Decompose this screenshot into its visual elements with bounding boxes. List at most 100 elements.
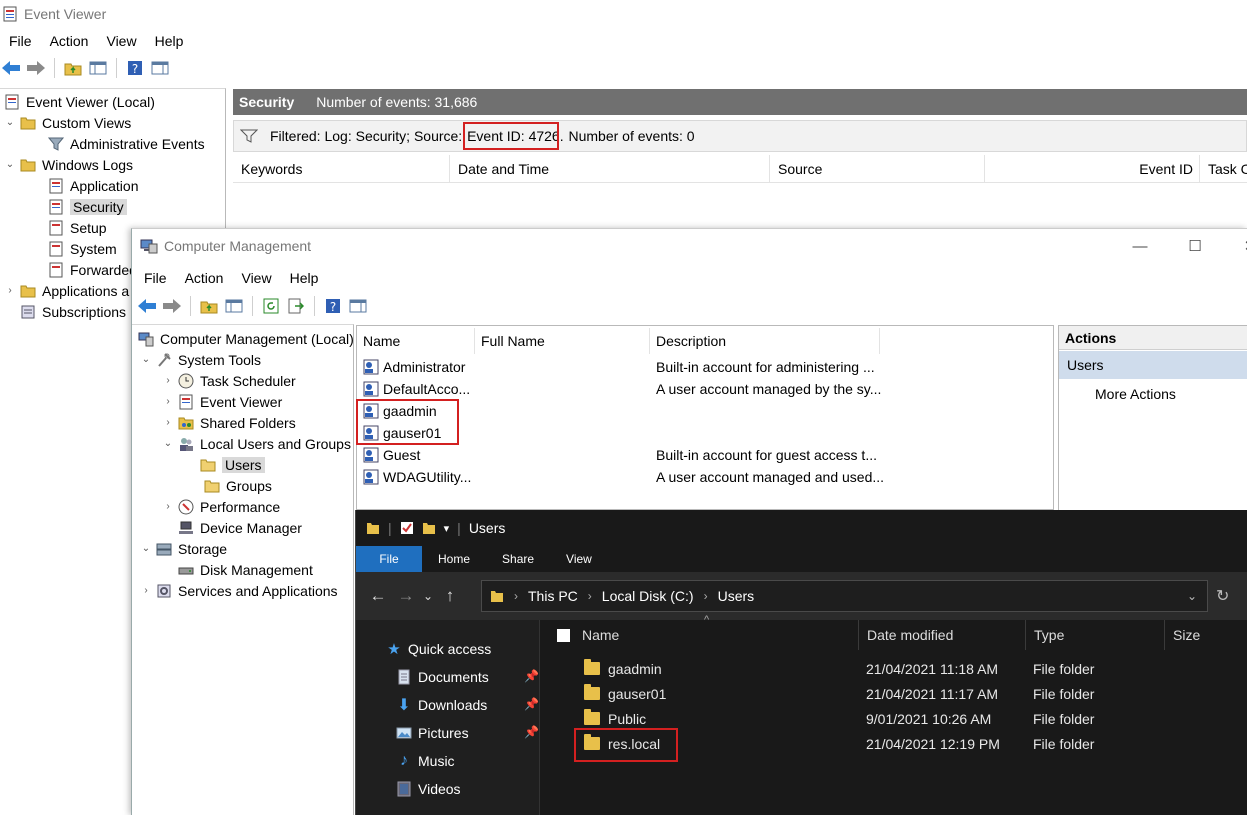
forward-button[interactable] bbox=[25, 57, 47, 79]
tree-item-groups[interactable]: Groups bbox=[204, 475, 272, 496]
list-item[interactable]: gauser01 21/04/2021 11:17 AM File folder bbox=[541, 681, 1247, 706]
actions-users-section[interactable]: Users bbox=[1059, 351, 1247, 379]
tab-view[interactable]: View bbox=[550, 546, 608, 572]
up-folder-button[interactable] bbox=[198, 295, 220, 317]
column-event-id[interactable]: Event ID bbox=[985, 155, 1200, 183]
column-keywords[interactable]: Keywords bbox=[233, 155, 450, 183]
nav-pictures[interactable]: Pictures bbox=[396, 720, 469, 746]
tree-item-services-and-applications[interactable]: › Services and Applications bbox=[140, 580, 337, 601]
pin-icon[interactable]: 📌 bbox=[524, 669, 539, 683]
recent-locations-icon[interactable]: ⌄ bbox=[420, 589, 436, 603]
tree-item-administrative-events[interactable]: Administrative Events bbox=[48, 133, 205, 154]
table-row[interactable]: WDAGUtility... A user account managed an… bbox=[357, 466, 1053, 488]
menu-action[interactable]: Action bbox=[176, 270, 233, 286]
chevron-right-icon[interactable]: › bbox=[162, 501, 174, 512]
help-button[interactable]: ? bbox=[124, 57, 146, 79]
new-folder-icon[interactable] bbox=[422, 521, 436, 535]
menu-file[interactable]: File bbox=[135, 270, 176, 286]
show-hide-tree-button[interactable] bbox=[87, 57, 109, 79]
show-hide-tree-button[interactable] bbox=[223, 295, 245, 317]
forward-arrow-icon[interactable]: → bbox=[392, 586, 420, 606]
chevron-right-icon[interactable]: › bbox=[4, 285, 16, 296]
pin-icon[interactable]: 📌 bbox=[524, 725, 539, 739]
export-list-button[interactable] bbox=[285, 295, 307, 317]
column-full-name[interactable]: Full Name bbox=[475, 328, 650, 354]
table-row[interactable]: gaadmin bbox=[357, 400, 1053, 422]
table-row[interactable]: Guest Built-in account for guest access … bbox=[357, 444, 1053, 466]
tree-item-local-users-and-groups[interactable]: ⌄ Local Users and Groups bbox=[162, 433, 351, 454]
tab-file[interactable]: File bbox=[356, 546, 422, 572]
column-size[interactable]: Size bbox=[1165, 620, 1247, 650]
tab-home[interactable]: Home bbox=[422, 546, 486, 572]
nav-videos[interactable]: Videos bbox=[396, 776, 461, 802]
tree-item-setup[interactable]: Setup bbox=[48, 217, 107, 238]
help-button[interactable]: ? bbox=[322, 295, 344, 317]
maximize-button[interactable]: ☐ bbox=[1172, 229, 1218, 263]
tree-item-security[interactable]: Security bbox=[48, 196, 127, 217]
breadcrumb-separator-icon[interactable]: › bbox=[588, 589, 592, 603]
back-button[interactable] bbox=[136, 295, 158, 317]
nav-music[interactable]: ♪ Music bbox=[396, 748, 455, 774]
forward-button[interactable] bbox=[161, 295, 183, 317]
tree-item-storage[interactable]: ⌄ Storage bbox=[140, 538, 227, 559]
table-row[interactable]: Administrator Built-in account for admin… bbox=[357, 356, 1053, 378]
column-source[interactable]: Source bbox=[770, 155, 985, 183]
column-date-modified[interactable]: Date modified bbox=[859, 620, 1026, 650]
show-hide-action-pane-button[interactable] bbox=[347, 295, 369, 317]
refresh-button[interactable] bbox=[260, 295, 282, 317]
nav-quick-access[interactable]: ★ Quick access bbox=[386, 636, 491, 662]
up-arrow-icon[interactable]: ↑ bbox=[436, 586, 464, 606]
column-name[interactable]: Name bbox=[357, 328, 475, 354]
column-task-category[interactable]: Task Ca bbox=[1200, 155, 1247, 183]
tree-item-event-viewer-local[interactable]: Event Viewer (Local) bbox=[4, 91, 155, 112]
menu-help[interactable]: Help bbox=[281, 270, 328, 286]
column-description[interactable]: Description bbox=[650, 328, 880, 354]
file-explorer-titlebar[interactable]: | ▾ | Users bbox=[356, 510, 1247, 546]
column-type[interactable]: Type bbox=[1026, 620, 1165, 650]
tree-item-device-manager[interactable]: Device Manager bbox=[178, 517, 302, 538]
properties-icon[interactable] bbox=[400, 521, 414, 535]
tree-item-performance[interactable]: › Performance bbox=[162, 496, 280, 517]
tree-item-users[interactable]: Users bbox=[200, 454, 265, 475]
tree-item-shared-folders[interactable]: › Shared Folders bbox=[162, 412, 295, 433]
tab-share[interactable]: Share bbox=[486, 546, 550, 572]
select-all-checkbox[interactable] bbox=[557, 628, 570, 642]
address-bar[interactable]: › This PC › Local Disk (C:) › Users ⌄ bbox=[481, 580, 1208, 612]
column-name[interactable]: Name bbox=[541, 620, 859, 650]
tree-item-system-tools[interactable]: ⌄ System Tools bbox=[140, 349, 261, 370]
breadcrumb-local-disk[interactable]: Local Disk (C:) bbox=[602, 588, 694, 604]
nav-downloads[interactable]: ⬇ Downloads bbox=[396, 692, 487, 718]
table-row[interactable]: DefaultAcco... A user account managed by… bbox=[357, 378, 1053, 400]
nav-documents[interactable]: Documents bbox=[396, 664, 489, 690]
chevron-down-icon[interactable]: ⌄ bbox=[162, 438, 174, 449]
breadcrumb-separator-icon[interactable]: › bbox=[704, 589, 708, 603]
refresh-icon[interactable]: ↻ bbox=[1216, 586, 1229, 606]
chevron-down-icon[interactable]: ⌄ bbox=[4, 117, 16, 128]
breadcrumb-users[interactable]: Users bbox=[718, 588, 755, 604]
menu-file[interactable]: File bbox=[0, 33, 41, 49]
chevron-right-icon[interactable]: › bbox=[162, 417, 174, 428]
chevron-right-icon[interactable]: › bbox=[162, 396, 174, 407]
chevron-down-icon[interactable]: ⌄ bbox=[140, 543, 152, 554]
pin-icon[interactable]: 📌 bbox=[524, 697, 539, 711]
event-viewer-titlebar[interactable]: Event Viewer bbox=[0, 0, 1247, 28]
customize-toolbar-icon[interactable]: ▾ bbox=[444, 522, 450, 535]
table-row[interactable]: gauser01 bbox=[357, 422, 1053, 444]
more-actions-link[interactable]: More Actions bbox=[1095, 382, 1176, 406]
chevron-down-icon[interactable]: ⌄ bbox=[4, 159, 16, 170]
menu-view[interactable]: View bbox=[232, 270, 280, 286]
minimize-button[interactable]: — bbox=[1117, 229, 1163, 263]
column-date-time[interactable]: Date and Time bbox=[450, 155, 770, 183]
tree-item-event-viewer[interactable]: › Event Viewer bbox=[162, 391, 282, 412]
tree-item-custom-views[interactable]: ⌄ Custom Views bbox=[4, 112, 131, 133]
computer-management-titlebar[interactable]: Computer Management — ☐ ✕ bbox=[132, 229, 1247, 263]
close-button[interactable]: ✕ bbox=[1227, 229, 1247, 263]
tree-item-forwarded[interactable]: Forwarded bbox=[48, 259, 137, 280]
tree-item-application[interactable]: Application bbox=[48, 175, 139, 196]
menu-help[interactable]: Help bbox=[146, 33, 193, 49]
breadcrumb-separator-icon[interactable]: › bbox=[514, 589, 518, 603]
chevron-down-icon[interactable]: ⌄ bbox=[140, 354, 152, 365]
menu-action[interactable]: Action bbox=[41, 33, 98, 49]
breadcrumb-this-pc[interactable]: This PC bbox=[528, 588, 578, 604]
tree-item-windows-logs[interactable]: ⌄ Windows Logs bbox=[4, 154, 133, 175]
